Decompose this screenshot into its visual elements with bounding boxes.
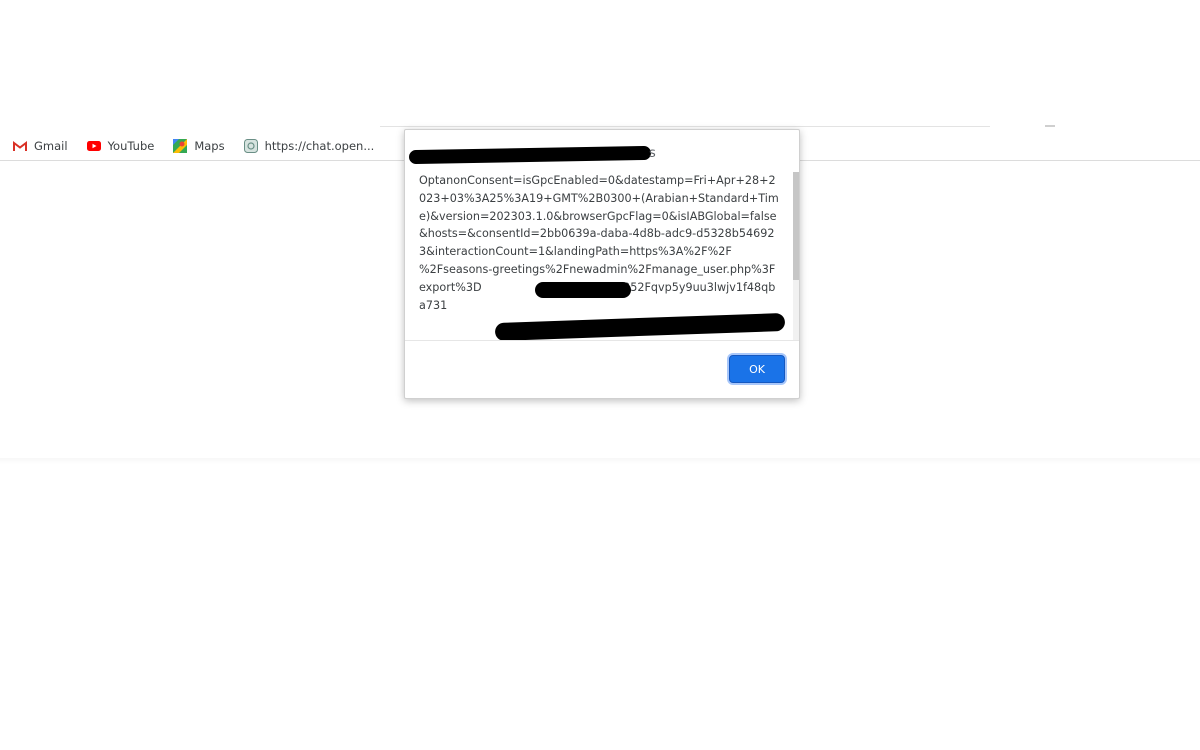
address-bar-remnant bbox=[380, 126, 990, 127]
browser-page: Gmail YouTube Maps https://chat.open... … bbox=[0, 0, 1200, 750]
toolbar-mark bbox=[1045, 125, 1055, 127]
bookmark-label: YouTube bbox=[107, 139, 155, 153]
chat-icon bbox=[243, 138, 259, 154]
dialog-scrollbar[interactable] bbox=[793, 172, 799, 340]
scroll-thumb[interactable] bbox=[793, 172, 799, 280]
dialog-title: s bbox=[408, 144, 659, 165]
bookmark-chat[interactable]: https://chat.open... bbox=[237, 134, 381, 158]
redaction-mark bbox=[494, 312, 786, 340]
gmail-icon bbox=[12, 138, 28, 154]
alert-dialog: s OptanonConsent=isGpcEnabled=0&datestam… bbox=[404, 129, 800, 399]
bookmark-maps[interactable]: Maps bbox=[166, 134, 230, 158]
redaction-mark bbox=[535, 282, 631, 298]
content-divider bbox=[0, 458, 1200, 464]
youtube-icon bbox=[86, 138, 102, 154]
bookmark-label: Maps bbox=[194, 139, 225, 153]
dialog-separator bbox=[405, 340, 799, 341]
ok-button[interactable]: OK bbox=[729, 355, 785, 383]
dialog-title-suffix: s bbox=[649, 146, 656, 161]
maps-icon bbox=[172, 138, 188, 154]
bookmark-label: Gmail bbox=[34, 139, 68, 153]
bookmark-label: https://chat.open... bbox=[264, 139, 375, 153]
bookmark-gmail[interactable]: Gmail bbox=[6, 134, 74, 158]
bookmark-youtube[interactable]: YouTube bbox=[80, 134, 161, 158]
redaction-mark bbox=[408, 145, 652, 165]
dialog-message-area[interactable]: OptanonConsent=isGpcEnabled=0&datestamp=… bbox=[419, 172, 789, 340]
